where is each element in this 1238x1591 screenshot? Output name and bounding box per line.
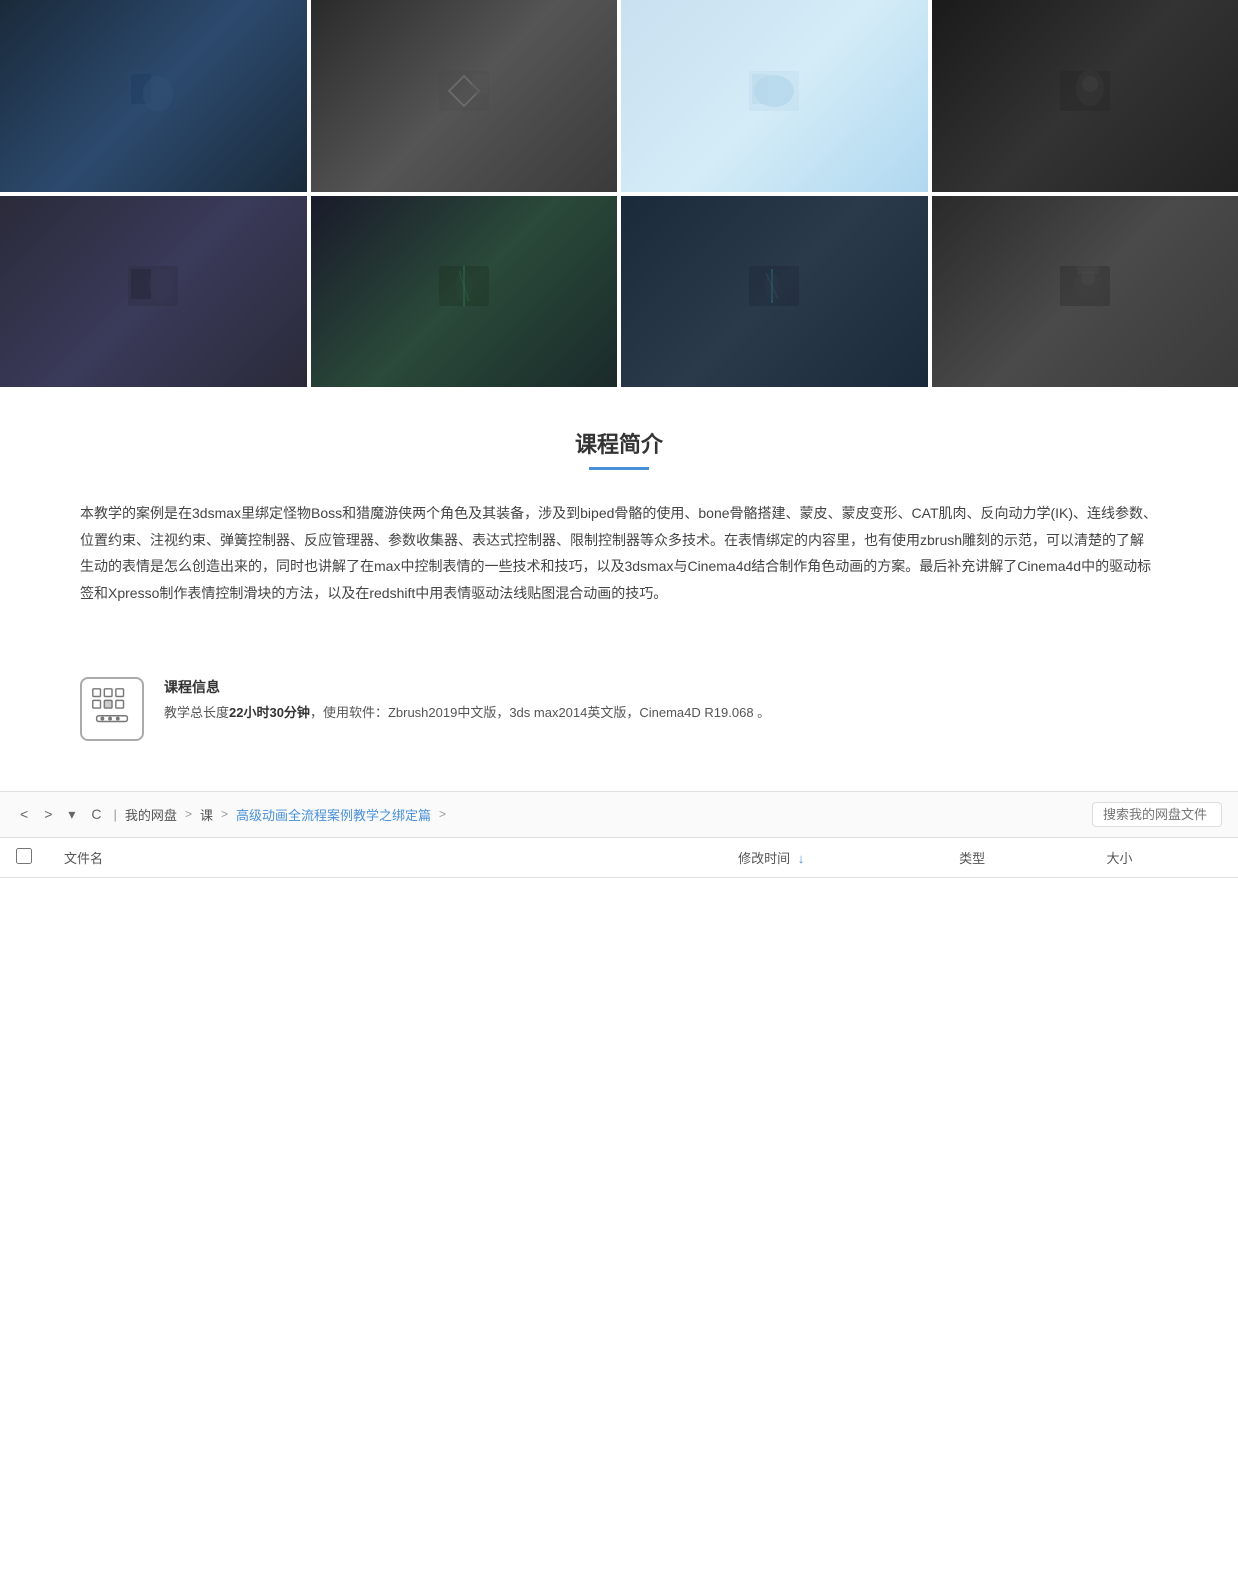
course-duration: 22小时30分钟 <box>229 705 310 720</box>
screenshot-7 <box>621 196 928 388</box>
file-browser: < > ▾ C | 我的网盘 > 课 > 高级动画全流程案例教学之绑定篇 > 文… <box>0 791 1238 878</box>
col-header-size[interactable]: 大小 <box>1091 838 1238 878</box>
course-description: 本教学的案例是在3dsmax里绑定怪物Boss和猎魔游侠两个角色及其装备，涉及到… <box>60 500 1178 606</box>
cog-icon <box>88 685 136 733</box>
image-grid <box>0 0 1238 387</box>
screenshot-5 <box>0 196 307 388</box>
col-header-name[interactable]: 文件名 <box>48 838 722 878</box>
screenshot-1 <box>0 0 307 192</box>
title-underline <box>589 467 649 470</box>
file-table: 文件名 修改时间 ↓ 类型 大小 <box>0 838 1238 878</box>
course-info-icon <box>80 677 144 741</box>
course-software: ，使用软件：Zbrush2019中文版，3ds max2014英文版，Cinem… <box>310 705 770 720</box>
screenshot-3 <box>621 0 928 192</box>
col-header-type[interactable]: 类型 <box>943 838 1090 878</box>
breadcrumb-separator-1: | <box>114 807 117 822</box>
breadcrumb-course[interactable]: 课 <box>200 805 213 824</box>
breadcrumb-arrow-3: > <box>439 807 446 821</box>
course-info-box: 课程信息 教学总长度22小时30分钟，使用软件：Zbrush2019中文版，3d… <box>40 657 1198 761</box>
screenshot-6 <box>311 196 618 388</box>
search-input[interactable] <box>1092 802 1222 827</box>
course-intro-section: 课程简介 本教学的案例是在3dsmax里绑定怪物Boss和猎魔游侠两个角色及其装… <box>0 387 1238 656</box>
screenshot-8 <box>932 196 1238 388</box>
nav-back-button[interactable]: < <box>16 804 32 824</box>
course-info-detail-prefix: 教学总长度 <box>164 705 229 720</box>
sort-icon: ↓ <box>798 851 805 866</box>
nav-refresh-button[interactable]: C <box>87 804 105 824</box>
course-info-text: 课程信息 教学总长度22小时30分钟，使用软件：Zbrush2019中文版，3d… <box>164 677 1158 724</box>
screenshot-4 <box>932 0 1238 192</box>
course-info-title-label: 课程信息 <box>164 677 1158 697</box>
col-header-checkbox <box>0 838 48 878</box>
breadcrumb-arrow-1: > <box>185 807 192 821</box>
table-header-row: 文件名 修改时间 ↓ 类型 大小 <box>0 838 1238 878</box>
breadcrumb-folder[interactable]: 高级动画全流程案例教学之绑定篇 <box>236 805 431 824</box>
nav-dropdown-button[interactable]: ▾ <box>64 804 79 825</box>
nav-forward-button[interactable]: > <box>40 804 56 824</box>
breadcrumb-bar: < > ▾ C | 我的网盘 > 课 > 高级动画全流程案例教学之绑定篇 > <box>0 792 1238 838</box>
course-intro-title: 课程简介 <box>60 427 1178 459</box>
screenshot-2 <box>311 0 618 192</box>
course-info-detail: 教学总长度22小时30分钟，使用软件：Zbrush2019中文版，3ds max… <box>164 703 1158 724</box>
col-header-time[interactable]: 修改时间 ↓ <box>722 838 943 878</box>
select-all-checkbox[interactable] <box>16 848 32 864</box>
breadcrumb-arrow-2: > <box>221 807 228 821</box>
breadcrumb-mydisk[interactable]: 我的网盘 <box>125 805 177 824</box>
